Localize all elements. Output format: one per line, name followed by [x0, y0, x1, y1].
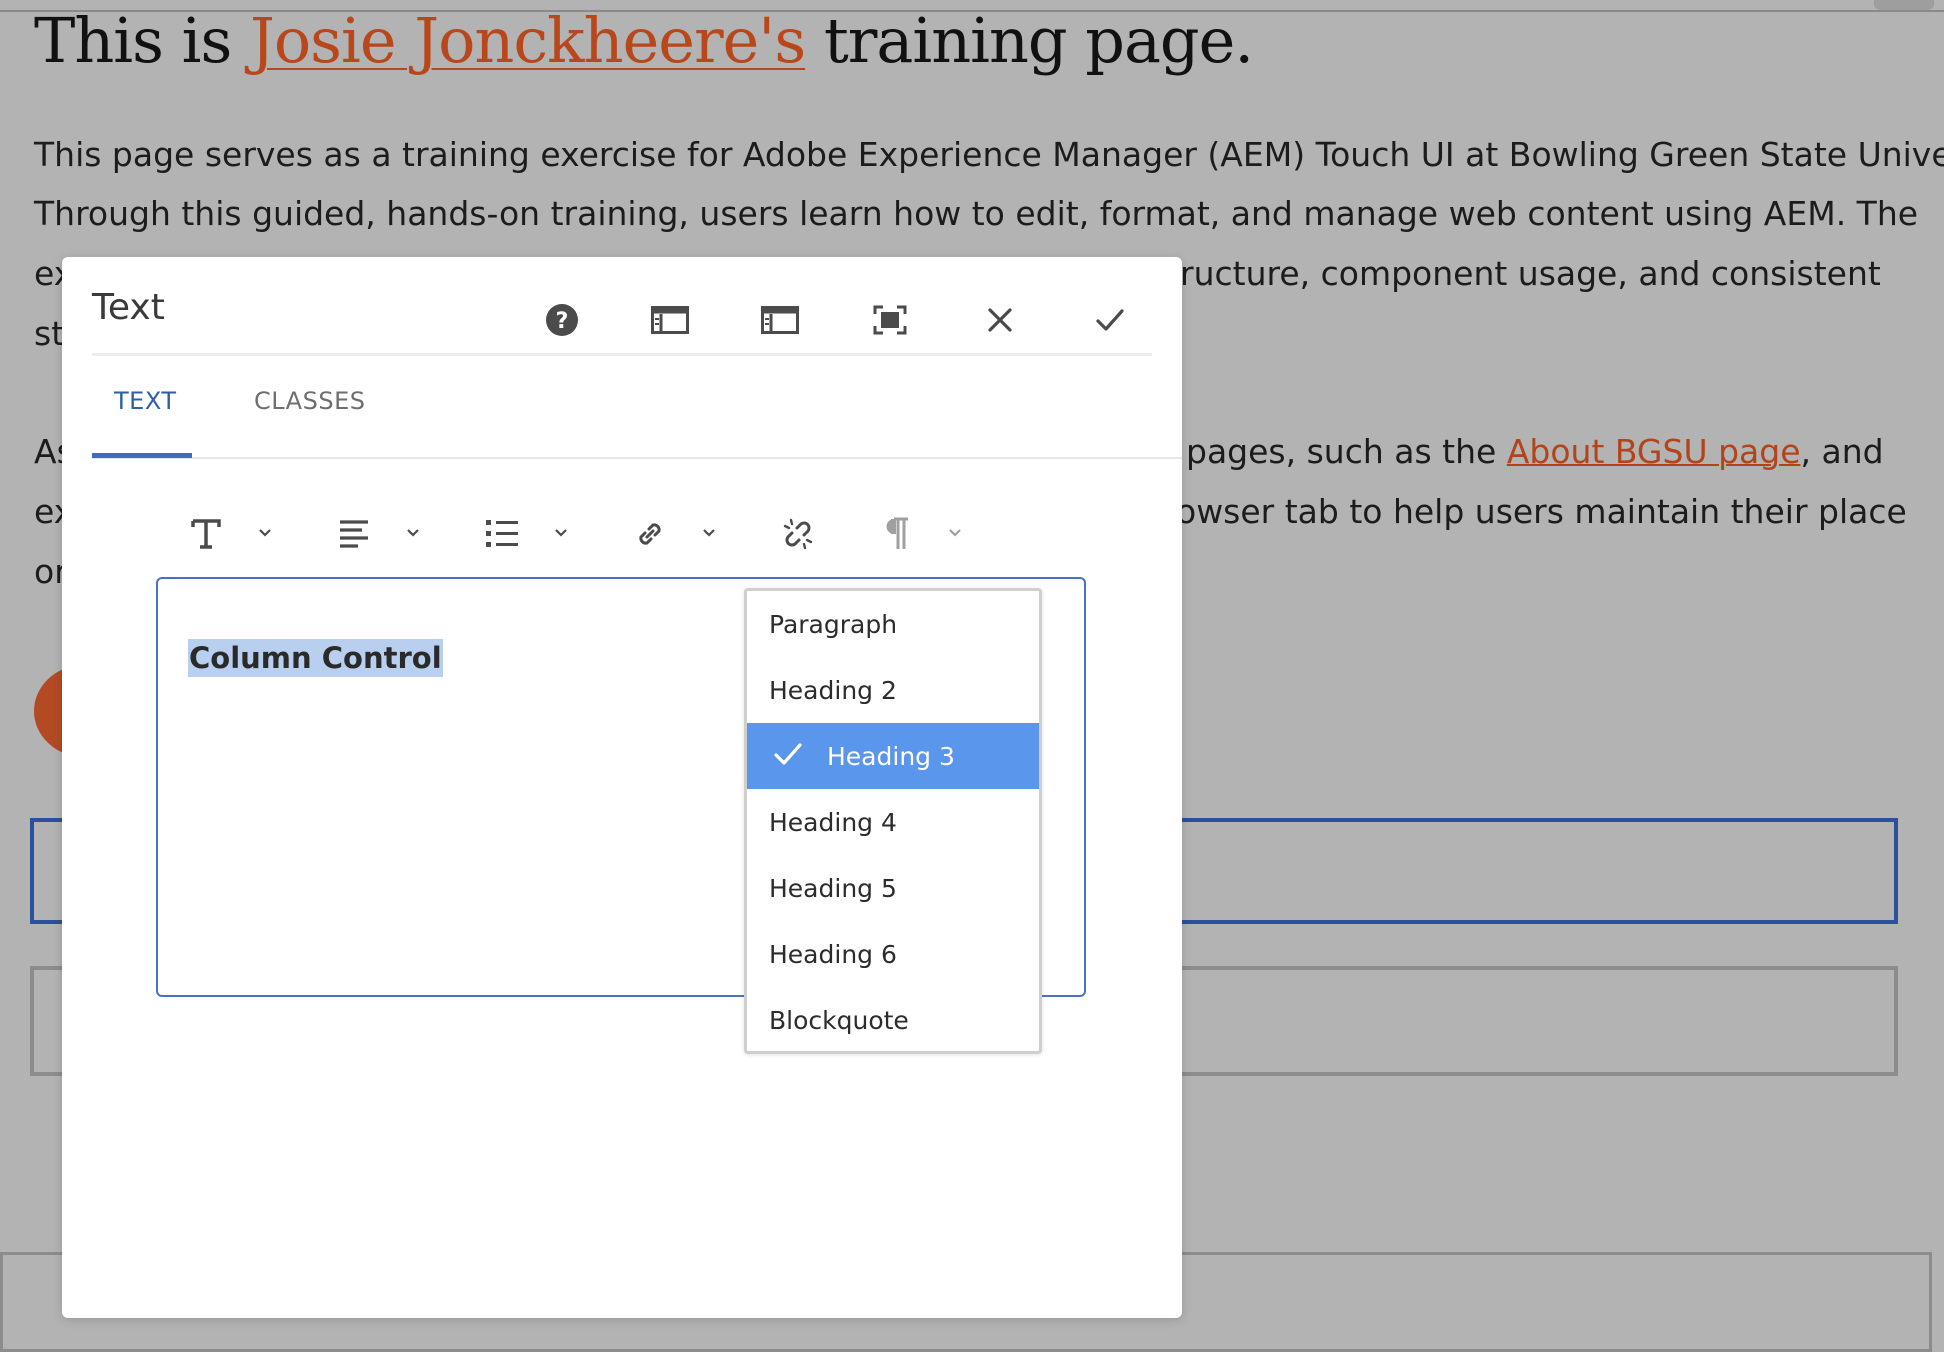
checkmark-icon: [773, 741, 803, 773]
page-title-suffix: training page.: [805, 4, 1254, 77]
dock-left-icon[interactable]: [642, 295, 698, 345]
format-option-label: Blockquote: [769, 1005, 909, 1035]
format-option-heading-3[interactable]: Heading 3: [747, 723, 1039, 789]
close-icon[interactable]: [972, 295, 1028, 345]
chevron-down-icon[interactable]: [550, 523, 572, 543]
chevron-down-icon[interactable]: [698, 523, 720, 543]
format-option-heading-2[interactable]: Heading 2: [747, 657, 1039, 723]
list-icon[interactable]: [472, 507, 532, 561]
about-bgsu-link[interactable]: About BGSU page: [1507, 432, 1801, 471]
second-line-1-text: pages, such as the: [1186, 432, 1507, 471]
dialog-title: Text: [92, 287, 165, 328]
dialog-header-divider: [92, 353, 1152, 356]
paragraph-format-dropdown[interactable]: Paragraph Heading 2 Heading 3 Heading 4 …: [744, 588, 1042, 1054]
second-line-1-tail: , and: [1800, 432, 1884, 471]
format-option-heading-6[interactable]: Heading 6: [747, 921, 1039, 987]
tab-text[interactable]: TEXT: [114, 387, 177, 415]
format-option-label: Heading 3: [827, 741, 955, 771]
window-top-handle: [1874, 0, 1934, 10]
format-option-label: Paragraph: [769, 609, 898, 639]
chevron-down-icon[interactable]: [254, 523, 276, 543]
format-option-heading-5[interactable]: Heading 5: [747, 855, 1039, 921]
active-tab-indicator: [92, 453, 192, 458]
chevron-down-icon[interactable]: [944, 523, 966, 543]
second-line-2-right: owser tab to help users maintain their p…: [1176, 492, 1907, 531]
chevron-down-icon[interactable]: [402, 523, 424, 543]
done-check-icon[interactable]: [1082, 295, 1138, 345]
link-icon[interactable]: [620, 507, 680, 561]
second-line-1-right: pages, such as the About BGSU page, and: [1186, 422, 1884, 482]
format-option-blockquote[interactable]: Blockquote: [747, 987, 1039, 1053]
selected-editor-text[interactable]: Column Control: [188, 639, 443, 677]
format-option-paragraph[interactable]: Paragraph: [747, 591, 1039, 657]
format-option-label: Heading 4: [769, 807, 897, 837]
tabs-divider: [92, 457, 1182, 459]
text-format-icon[interactable]: [176, 507, 236, 561]
align-icon[interactable]: [324, 507, 384, 561]
page-title-prefix: This is: [34, 4, 250, 77]
page-title-name-link[interactable]: Josie Jonckheere's: [250, 4, 806, 77]
intro-line-2: Through this guided, hands-on training, …: [34, 194, 1919, 233]
intro-line-4-left: st: [34, 314, 65, 353]
format-option-label: Heading 6: [769, 939, 897, 969]
svg-text:?: ?: [556, 309, 569, 334]
dock-right-icon[interactable]: [752, 295, 808, 345]
unlink-icon[interactable]: [768, 507, 828, 561]
intro-line-1: This page serves as a training exercise …: [34, 135, 1944, 174]
tab-classes[interactable]: CLASSES: [254, 387, 365, 415]
intro-line-3-right: ructure, component usage, and consistent: [1180, 254, 1881, 293]
paragraph-icon[interactable]: [866, 507, 926, 561]
fullscreen-icon[interactable]: [862, 295, 918, 345]
page-title: This is Josie Jonckheere's training page…: [34, 4, 1254, 77]
format-option-label: Heading 2: [769, 675, 897, 705]
format-option-heading-4[interactable]: Heading 4: [747, 789, 1039, 855]
format-option-label: Heading 5: [769, 873, 897, 903]
help-icon[interactable]: ?: [534, 295, 590, 345]
